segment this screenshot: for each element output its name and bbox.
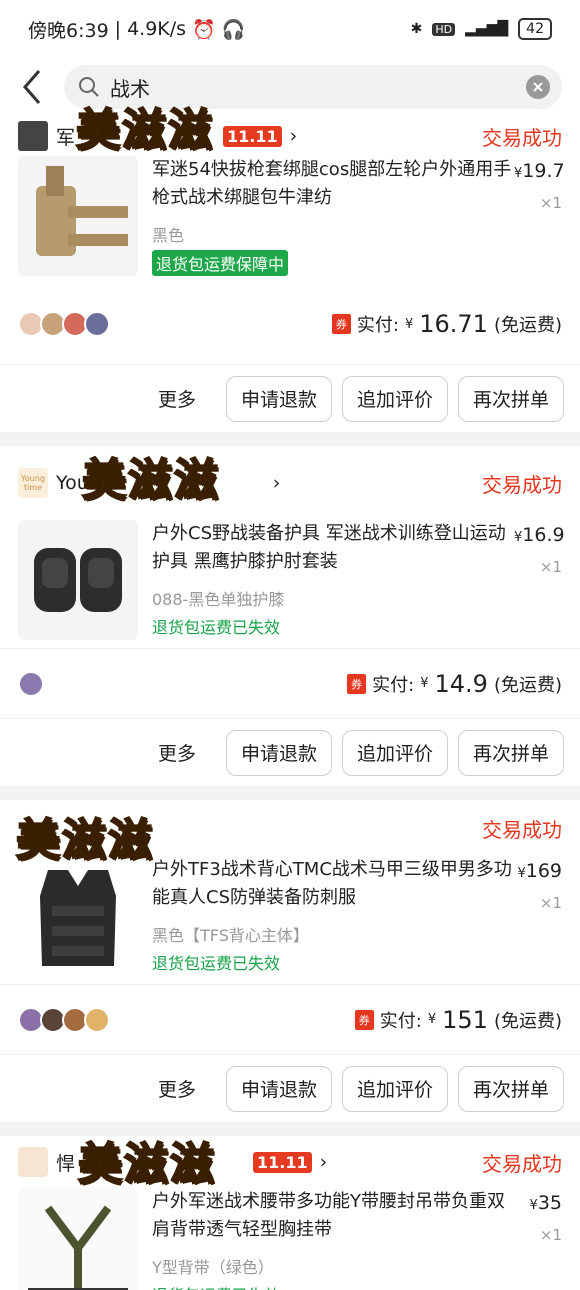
refund-button[interactable]: 申请退款 bbox=[226, 375, 332, 422]
return-shipping-tag: 退货包运费已失效 bbox=[152, 1282, 514, 1290]
chevron-right-icon: › bbox=[319, 1151, 328, 1173]
chevron-right-icon: › bbox=[289, 125, 298, 147]
reorder-button[interactable]: 再次拼单 bbox=[458, 1065, 564, 1112]
product-image-y-harness bbox=[18, 1188, 138, 1290]
product-spec: 黑色 bbox=[152, 226, 185, 245]
product-price: ¥169 bbox=[517, 860, 562, 882]
group-avatars bbox=[18, 1006, 110, 1033]
product-spec: Y型背带（绿色） bbox=[152, 1258, 274, 1277]
product-title: 户外军迷战术腰带多功能Y带腰封吊带负重双肩背带透气轻型胸挂带 bbox=[152, 1191, 505, 1240]
product-price: ¥16.9 bbox=[514, 524, 565, 546]
status-time: 傍晚6:39 bbox=[28, 19, 109, 42]
product-price: ¥19.7 bbox=[514, 160, 565, 182]
product-spec: 088-黑色单独护膝 bbox=[152, 590, 285, 609]
watermark: 美滋滋 bbox=[15, 814, 154, 867]
watermark: 美滋滋 bbox=[77, 1138, 216, 1191]
refund-button[interactable]: 申请退款 bbox=[226, 1065, 332, 1112]
order-actions: 更多 申请退款 追加评价 再次拼单 bbox=[0, 718, 580, 786]
status-bar: 傍晚6:39 | 4.9K/s ⏰ 🎧 ✱ HD ▂▄▆█ 42 bbox=[0, 0, 580, 58]
product-title: 户外CS野战装备护具 军迷战术训练登山运动护具 黑鹰护膝护肘套装 bbox=[152, 523, 506, 572]
paid-amount: 券 实付: ¥ 151 (免运费) bbox=[354, 1006, 562, 1034]
signal-icon: ▂▄▆█ bbox=[465, 21, 509, 37]
avatar bbox=[84, 311, 110, 337]
product-price: ¥35 bbox=[529, 1192, 562, 1214]
shop-name: 悍 bbox=[56, 1152, 76, 1175]
reorder-button[interactable]: 再次拼单 bbox=[458, 375, 564, 422]
hd-icon: HD bbox=[432, 22, 456, 36]
paid-amount: 券 实付: ¥ 16.71 (免运费) bbox=[331, 310, 562, 338]
order-status: 交易成功 bbox=[482, 817, 562, 842]
product-item[interactable]: 户外军迷战术腰带多功能Y带腰封吊带负重双肩背带透气轻型胸挂带 Y型背带（绿色） … bbox=[0, 1188, 580, 1290]
order-status: 交易成功 bbox=[482, 1151, 562, 1176]
product-item[interactable]: 户外TF3战术背心TMC战术马甲三级甲男多功能真人CS防弹装备防刺服 黑色【TF… bbox=[0, 856, 580, 984]
product-image-kneepads bbox=[18, 520, 138, 640]
double-eleven-badge: 11.11 bbox=[253, 1151, 312, 1173]
double-eleven-badge: 11.11 bbox=[223, 125, 282, 147]
order-card: 交易成功 户外TF3战术背心TMC战术马甲三级甲男多功能真人CS防弹装备防刺服 … bbox=[0, 800, 580, 1122]
add-review-button[interactable]: 追加评价 bbox=[342, 1065, 448, 1112]
product-qty: ×1 bbox=[539, 1226, 562, 1244]
avatar bbox=[18, 670, 44, 697]
paid-amount: 券 实付: ¥ 14.9 (免运费) bbox=[347, 670, 562, 698]
product-title: 军迷54快拔枪套绑腿cos腿部左轮户外通用手枪式战术绑腿包牛津纺 bbox=[152, 159, 512, 208]
battery-indicator: 42 bbox=[518, 18, 552, 40]
order-card: 悍 11.11 › 交易成功 户外军迷战术腰带多功能Y带腰封吊带负重双肩背带透气… bbox=[0, 1136, 580, 1290]
product-item[interactable]: 军迷54快拔枪套绑腿cos腿部左轮户外通用手枪式战术绑腿包牛津纺 黑色 退货包运… bbox=[0, 156, 580, 284]
order-card: Young time You › 交易成功 户外CS野战装备护具 军迷战术训练登… bbox=[0, 446, 580, 786]
back-button[interactable] bbox=[14, 64, 50, 110]
watermark: 美滋滋 bbox=[81, 454, 220, 507]
product-spec: 黑色【TFS背心主体】 bbox=[152, 926, 309, 945]
reorder-button[interactable]: 再次拼单 bbox=[458, 729, 564, 776]
order-card: 军 11.11 › 交易成功 军迷54快拔枪套绑腿cos腿部左轮户外通用手枪式战… bbox=[0, 104, 580, 432]
watermark: 美滋滋 bbox=[75, 104, 214, 157]
shop-logo bbox=[18, 1147, 48, 1177]
avatar bbox=[84, 1006, 110, 1033]
shop-name: 军 bbox=[56, 126, 76, 149]
chevron-right-icon: › bbox=[272, 472, 281, 494]
headphone-icon: 🎧 bbox=[221, 18, 246, 41]
group-avatars bbox=[18, 311, 110, 337]
group-avatars bbox=[18, 670, 44, 697]
product-qty: ×1 bbox=[539, 194, 562, 212]
product-qty: ×1 bbox=[539, 558, 562, 576]
product-image-holster bbox=[18, 156, 138, 276]
bluetooth-icon: ✱ bbox=[410, 21, 423, 37]
refund-button[interactable]: 申请退款 bbox=[226, 729, 332, 776]
add-review-button[interactable]: 追加评价 bbox=[342, 375, 448, 422]
back-arrow-icon bbox=[23, 70, 41, 104]
coupon-icon: 券 bbox=[354, 1009, 374, 1030]
product-image-vest bbox=[18, 856, 138, 976]
add-review-button[interactable]: 追加评价 bbox=[342, 729, 448, 776]
order-status: 交易成功 bbox=[482, 472, 562, 497]
coupon-icon: 券 bbox=[331, 314, 351, 334]
product-qty: ×1 bbox=[539, 894, 562, 912]
shop-logo bbox=[18, 121, 48, 151]
return-shipping-tag: 退货包运费已失效 bbox=[152, 618, 281, 637]
shop-logo: Young time bbox=[18, 468, 48, 498]
more-button[interactable]: 更多 bbox=[158, 385, 196, 412]
order-status: 交易成功 bbox=[482, 125, 562, 150]
more-button[interactable]: 更多 bbox=[158, 1075, 196, 1102]
close-icon bbox=[533, 82, 543, 92]
return-shipping-tag: 退货包运费保障中 bbox=[152, 250, 289, 276]
alarm-icon: ⏰ bbox=[192, 18, 216, 41]
order-actions: 更多 申请退款 追加评价 再次拼单 bbox=[0, 364, 580, 432]
more-button[interactable]: 更多 bbox=[158, 739, 196, 766]
order-actions: 更多 申请退款 追加评价 再次拼单 bbox=[0, 1054, 580, 1122]
product-title: 户外TF3战术背心TMC战术马甲三级甲男多功能真人CS防弹装备防刺服 bbox=[152, 859, 512, 908]
clear-search-button[interactable] bbox=[526, 75, 550, 99]
return-shipping-tag: 退货包运费已失效 bbox=[152, 954, 281, 973]
coupon-icon: 券 bbox=[347, 673, 367, 694]
product-item[interactable]: 户外CS野战装备护具 军迷战术训练登山运动护具 黑鹰护膝护肘套装 088-黑色单… bbox=[0, 520, 580, 648]
net-speed: 4.9K/s bbox=[127, 18, 187, 40]
